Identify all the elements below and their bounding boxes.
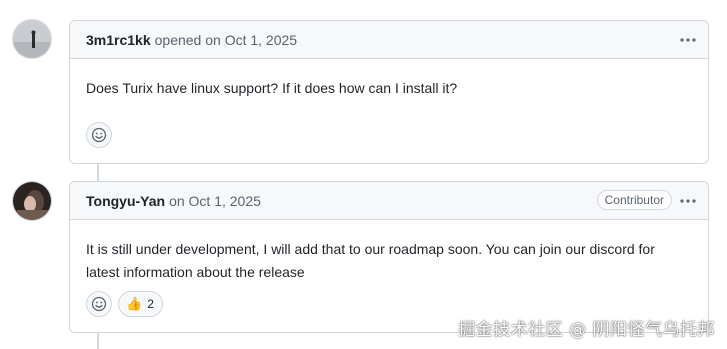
comment-body: It is still under development, I will ad… — [86, 241, 655, 280]
comment-body: Does Turix have linux support? If it doe… — [86, 80, 458, 96]
comment-author[interactable]: 3m1rc1kk — [86, 32, 151, 48]
comment-card-2: Tongyu-Yan on Oct 1, 2025 Contributor It… — [69, 181, 709, 333]
reactions-bar: 👍 2 — [70, 291, 179, 317]
kebab-menu-icon[interactable] — [678, 191, 698, 211]
contributor-badge: Contributor — [596, 190, 672, 210]
add-reaction-button[interactable] — [86, 122, 112, 148]
comment-card-1: 3m1rc1kk opened on Oct 1, 2025 Does Turi… — [69, 20, 709, 164]
thumbs-up-reaction-button[interactable]: 👍 2 — [118, 291, 163, 317]
comment-header: Tongyu-Yan on Oct 1, 2025 Contributor — [70, 182, 708, 220]
smiley-add-reaction-icon — [91, 296, 107, 312]
smiley-add-reaction-icon — [91, 127, 107, 143]
comment-meta: on Oct 1, 2025 — [169, 192, 261, 209]
comment-header: 3m1rc1kk opened on Oct 1, 2025 — [70, 21, 708, 59]
avatar-3m1rc1kk[interactable] — [12, 19, 52, 59]
add-reaction-button[interactable] — [86, 291, 112, 317]
kebab-menu-icon[interactable] — [678, 30, 698, 50]
comment-meta: opened on Oct 1, 2025 — [154, 31, 298, 48]
reactions-bar — [70, 122, 128, 148]
thumbs-up-emoji: 👍 — [126, 296, 143, 311]
comment-author[interactable]: Tongyu-Yan — [86, 193, 165, 209]
watermark: 掘金技术社区 @ 阴阳怪气乌托邦 — [458, 320, 715, 340]
reaction-count: 2 — [147, 297, 154, 311]
avatar-tongyu-yan[interactable] — [12, 181, 52, 221]
